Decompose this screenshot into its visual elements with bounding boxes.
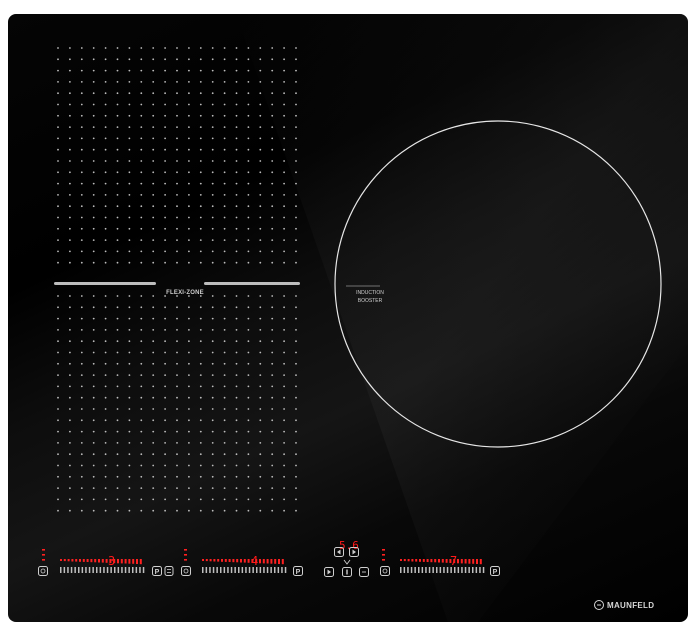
plus-icon[interactable]: [349, 547, 359, 557]
minus-icon[interactable]: [334, 547, 344, 557]
flexi-zone-label: FLEXI-ZONE: [166, 290, 204, 296]
zone-1-select-icon[interactable]: [38, 566, 48, 576]
slider-ticks: [60, 567, 485, 573]
induction-hob: FLEXI-ZONE INDUCTION BOOSTER 3 4 5.6 7 P…: [8, 14, 688, 622]
zone-2-p-booster-icon[interactable]: P: [293, 566, 303, 576]
lock-icon[interactable]: [342, 567, 352, 577]
booster-label: BOOSTER: [357, 298, 383, 304]
zone-1-timer-icon[interactable]: [164, 566, 174, 576]
zone-3-power-display: 7: [450, 554, 458, 568]
induction-label: INDUCTION: [356, 290, 384, 296]
zone-1-p-booster-icon[interactable]: P: [152, 566, 162, 576]
zone-1-power-display: 3: [108, 554, 116, 568]
timer-icon[interactable]: [343, 558, 351, 566]
brand-logo: MAUNFELD: [594, 599, 654, 611]
brand-mark-icon: [594, 600, 604, 610]
pause-icon[interactable]: [359, 567, 369, 577]
svg-text:P: P: [296, 569, 301, 576]
brand-name: MAUNFELD: [607, 600, 655, 610]
svg-text:P: P: [155, 569, 160, 576]
svg-text:P: P: [493, 569, 498, 576]
zone-3-select-icon[interactable]: [380, 566, 390, 576]
flexi-zone-divider-right: [204, 282, 300, 285]
play-icon[interactable]: [324, 567, 334, 577]
zone-2-select-icon[interactable]: [181, 566, 191, 576]
flexi-zone-divider-left: [54, 282, 156, 285]
zone-2-power-display: 4: [251, 554, 259, 568]
hob-graphics: [42, 14, 688, 622]
flexi-zone-dot-grid: [57, 47, 297, 512]
zone-3-p-booster-icon[interactable]: P: [490, 566, 500, 576]
glass-reflection: [236, 14, 688, 622]
